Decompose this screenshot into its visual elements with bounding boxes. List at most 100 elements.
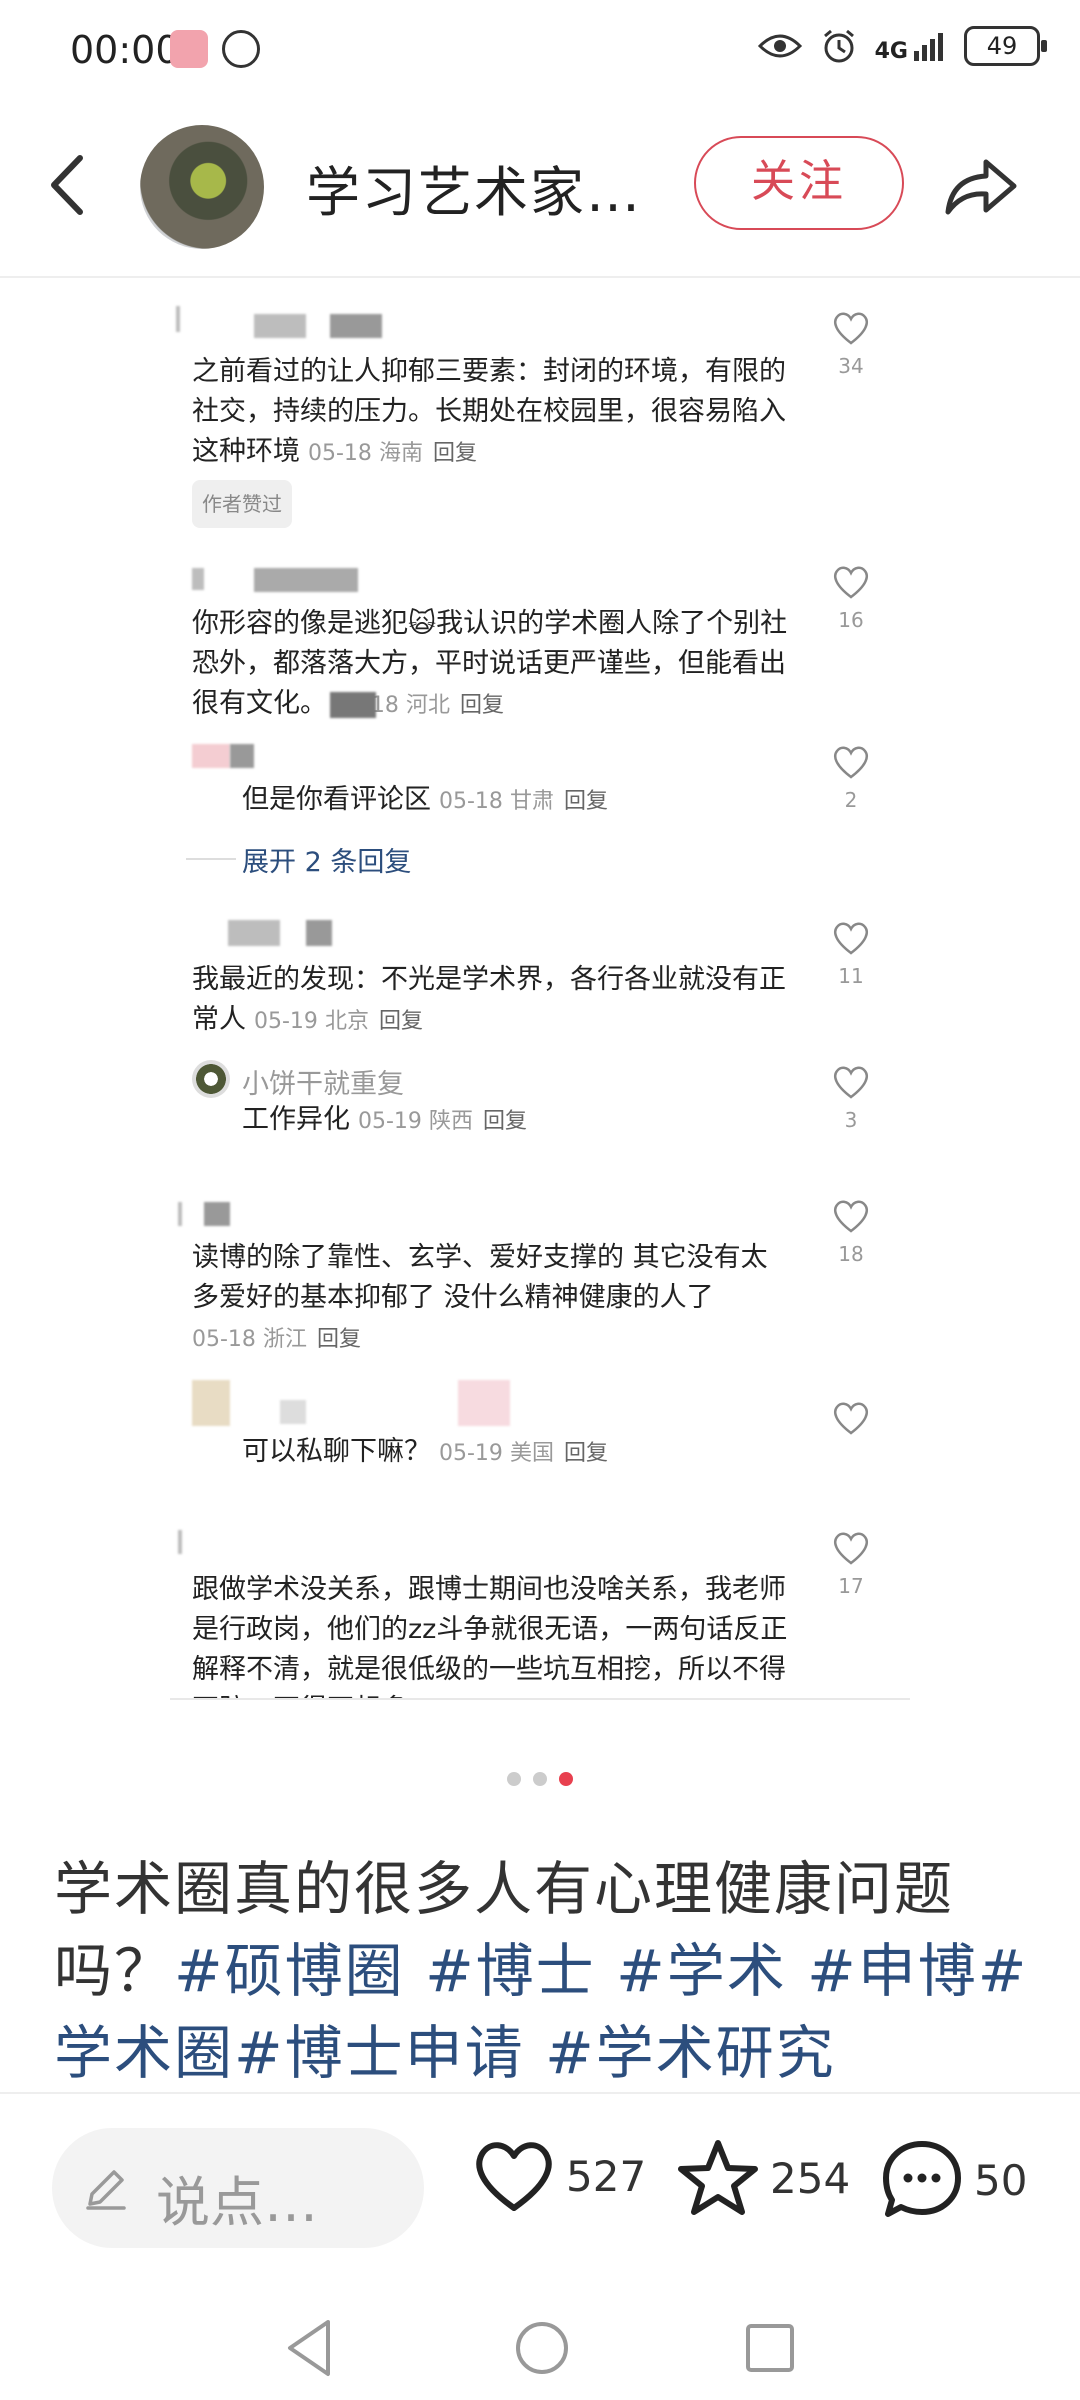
- battery-icon: 49: [964, 26, 1047, 66]
- redacted-mark: [330, 692, 376, 718]
- heart-icon[interactable]: [831, 310, 871, 346]
- note-image-comments[interactable]: 之前看过的让人抑郁三要素：封闭的环境，有限的社交，持续的压力。长期处在校园里，很…: [0, 280, 1080, 1700]
- hashtag[interactable]: #博士申请: [234, 2019, 525, 2087]
- heart-icon[interactable]: [831, 744, 871, 780]
- network-label: 4G: [875, 31, 946, 63]
- hashtag[interactable]: #学术: [616, 1937, 787, 2005]
- redacted-username: [280, 1400, 306, 1424]
- redacted-avatar: [192, 1380, 230, 1426]
- nav-home-button[interactable]: [514, 2316, 570, 2380]
- comment-text: 跟做学术没关系，跟博士期间也没啥关系，我老师是行政岗，他们的zz斗争就很无语，一…: [192, 1570, 792, 1700]
- star-icon[interactable]: [676, 2138, 760, 2218]
- image-pagination: [0, 1772, 1080, 1786]
- comment-text: 我最近的发现：不光是学术界，各行各业就没有正常人 05-19 北京 回复: [192, 964, 786, 1035]
- eye-icon: [757, 34, 802, 58]
- pencil-icon: [86, 2170, 126, 2210]
- reply-button[interactable]: 回复: [483, 1109, 527, 1134]
- reply-button[interactable]: 回复: [564, 789, 608, 814]
- like-count: 2: [844, 788, 858, 812]
- like-button[interactable]: 527: [472, 2138, 646, 2214]
- comment-like[interactable]: 11: [826, 920, 876, 988]
- collect-count: 254: [770, 2153, 851, 2203]
- heart-icon[interactable]: [831, 1530, 871, 1566]
- like-count: 34: [838, 354, 864, 378]
- signal-icon: [914, 33, 943, 61]
- redacted-mark: [178, 1202, 182, 1226]
- action-bar: 说点… 527 254 50: [0, 2124, 1080, 2252]
- share-button[interactable]: [940, 150, 1020, 220]
- reply-button[interactable]: 回复: [564, 1441, 608, 1466]
- comment-text: 读博的除了靠性、玄学、爱好支撑的 其它没有太多爱好的基本抑郁了 没什么精神健康的…: [192, 1242, 768, 1352]
- reply-button[interactable]: 回复: [317, 1327, 361, 1352]
- reply-like[interactable]: [826, 1400, 876, 1440]
- comment-input[interactable]: 说点…: [52, 2128, 424, 2248]
- comment-like[interactable]: 16: [826, 564, 876, 632]
- alarm-icon: [823, 29, 854, 63]
- redacted-username: [254, 314, 306, 338]
- back-button[interactable]: [40, 150, 100, 220]
- image-bottom-edge: [170, 1698, 910, 1700]
- heart-icon[interactable]: [472, 2138, 556, 2214]
- redacted-avatar: [192, 744, 230, 768]
- status-icons: 4G 49: [757, 26, 1047, 66]
- author-name[interactable]: 学习艺术家…: [306, 148, 642, 227]
- comment-like[interactable]: 18: [826, 1198, 876, 1266]
- hashtag[interactable]: #博士: [425, 1937, 596, 2005]
- redacted-username: [330, 314, 382, 338]
- comment-text: 之前看过的让人抑郁三要素：封闭的环境，有限的社交，持续的压力。长期处在校园里，很…: [192, 352, 792, 528]
- redacted-username: [458, 1380, 510, 1426]
- like-count: 11: [838, 964, 864, 988]
- comment-like[interactable]: 34: [826, 310, 876, 378]
- comment-button[interactable]: 50: [880, 2138, 1080, 2222]
- header-divider: [0, 276, 1080, 278]
- author-liked-badge: 作者赞过: [192, 480, 292, 528]
- nav-back-button[interactable]: [282, 2316, 338, 2380]
- heart-icon[interactable]: [831, 1400, 871, 1436]
- replier-avatar[interactable]: [192, 1060, 230, 1098]
- redacted-mark: [176, 306, 180, 332]
- hashtag[interactable]: #硕博圈: [174, 1937, 405, 2005]
- reply-like[interactable]: 2: [826, 744, 876, 812]
- like-count: 18: [838, 1242, 864, 1266]
- redacted-mark: [178, 1530, 182, 1554]
- pagination-dot: [559, 1772, 573, 1786]
- heart-icon[interactable]: [831, 920, 871, 956]
- nav-recents-button[interactable]: [742, 2316, 798, 2380]
- reply-text: 可以私聊下嘛？ 05-19 美国 回复: [242, 1436, 608, 1467]
- comment-text: 你形容的像是逃犯🙀我认识的学术圈人除了个别社恐外，都落落大方，平时说话更严谨些，…: [192, 608, 788, 719]
- reply-text: 工作异化 05-19 陕西 回复: [242, 1104, 527, 1135]
- chat-bubble-icon[interactable]: [880, 2138, 964, 2222]
- heart-icon[interactable]: [831, 564, 871, 600]
- comment-input-placeholder: 说点…: [156, 2171, 318, 2234]
- follow-button[interactable]: 关注: [694, 136, 904, 230]
- redacted-username: [204, 1202, 230, 1226]
- expand-line: [186, 858, 236, 860]
- reply-like[interactable]: 3: [826, 1064, 876, 1132]
- hashtag[interactable]: #学术研究: [545, 2019, 836, 2087]
- heart-icon[interactable]: [831, 1198, 871, 1234]
- reply-button[interactable]: 回复: [379, 1009, 423, 1034]
- like-count: 17: [838, 1574, 864, 1598]
- reply-button[interactable]: 回复: [433, 441, 477, 466]
- hashtag[interactable]: #申博: [807, 1937, 978, 2005]
- note-header: 学习艺术家… 关注: [0, 120, 1080, 250]
- redacted-username: [306, 920, 332, 946]
- like-count: 3: [844, 1108, 858, 1132]
- comment-like[interactable]: 17: [826, 1530, 876, 1598]
- redacted-username: [230, 744, 254, 768]
- notification-app-icon: [170, 30, 208, 68]
- redacted-username: [228, 920, 280, 946]
- collect-button[interactable]: 254: [676, 2138, 850, 2218]
- author-avatar[interactable]: [140, 125, 264, 249]
- heart-icon[interactable]: [831, 1064, 871, 1100]
- reply-button[interactable]: 回复: [460, 693, 504, 718]
- system-nav-bar: [0, 2300, 1080, 2400]
- replier-name[interactable]: 小饼干就重复: [242, 1062, 404, 1101]
- like-count: 16: [838, 608, 864, 632]
- pagination-dot: [507, 1772, 521, 1786]
- gesture-icon: [222, 30, 260, 68]
- expand-replies-link[interactable]: 展开 2 条回复: [242, 840, 411, 879]
- status-bar: 00:00 4G 49: [0, 0, 1080, 110]
- like-count: 527: [566, 2151, 647, 2201]
- redacted-username: [254, 568, 358, 592]
